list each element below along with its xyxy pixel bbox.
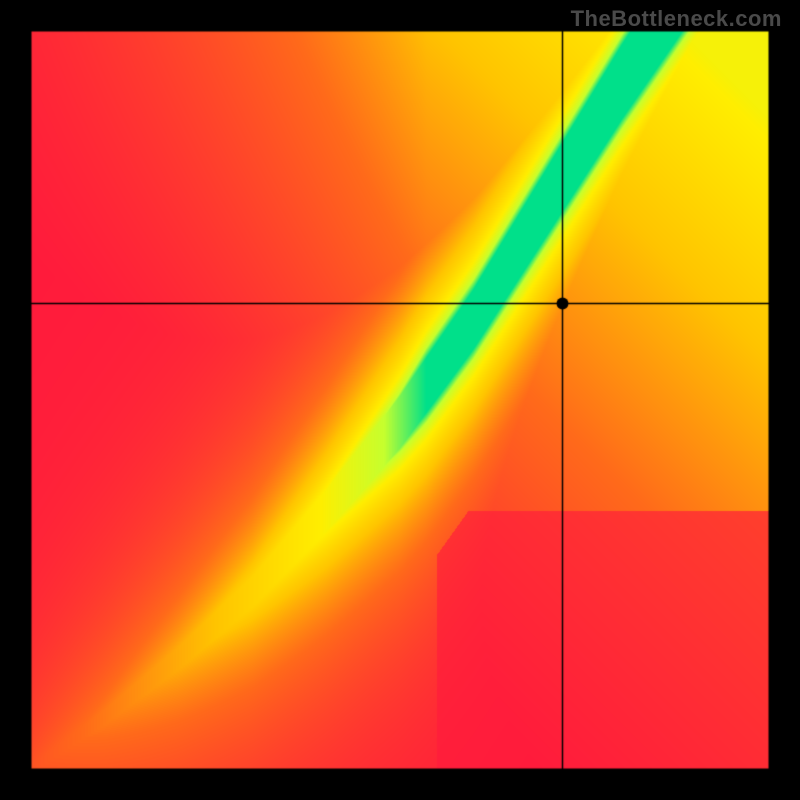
watermark-text: TheBottleneck.com: [571, 6, 782, 32]
heatmap-plot: [30, 30, 770, 770]
heatmap-canvas: [30, 30, 770, 770]
chart-container: TheBottleneck.com: [0, 0, 800, 800]
